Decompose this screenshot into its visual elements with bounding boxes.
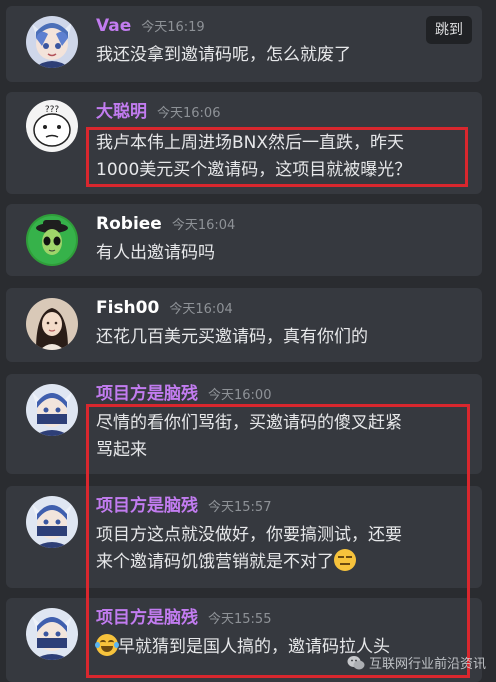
timestamp: 今天16:19 <box>141 20 205 35</box>
message-line: 我卢本伟上周进场BNX然后一直跌，昨天 <box>96 133 405 153</box>
author-name[interactable]: Fish00 <box>96 298 159 318</box>
message-line: 来个邀请码饥饿营销就是不对了 <box>96 549 468 576</box>
message-header: 项目方是脑残 今天15:55 <box>96 606 271 630</box>
chat-message: Fish00 今天16:04 还花几百美元买邀请码，真有你们的 <box>6 288 482 362</box>
message-header: 大聪明 今天16:06 <box>96 100 220 124</box>
avatar[interactable] <box>26 214 78 266</box>
author-name[interactable]: 项目方是脑残 <box>96 608 198 628</box>
watermark-text: 互联网行业前沿资讯 <box>368 657 486 672</box>
author-name[interactable]: 项目方是脑残 <box>96 384 198 404</box>
chat-window: Vae 今天16:19 我还没拿到邀请码呢，怎么就废了 跳到 ??? 大聪明 今天1… <box>0 0 496 682</box>
message-line: 还花几百美元买邀请码，真有你们的 <box>96 327 368 347</box>
meme-avatar-icon: ??? <box>26 100 78 152</box>
neutral-face-emoji-icon <box>334 549 356 571</box>
timestamp: 今天16:04 <box>169 302 233 317</box>
girl-avatar-icon <box>26 298 78 350</box>
message-line: 我还没拿到邀请码呢，怎么就废了 <box>96 45 351 65</box>
message-line-text: 来个邀请码饥饿营销就是不对了 <box>96 552 334 572</box>
message-line: 1000美元买个邀请码，这项目就被曝光？ <box>96 160 412 180</box>
ninja-avatar-icon <box>26 384 78 436</box>
avatar[interactable] <box>26 16 78 68</box>
message-text: 尽情的看你们骂街，买邀请码的傻叉赶紧 骂起来 <box>96 410 468 464</box>
chat-message: 项目方是脑残 今天15:57 项目方这点就没做好，你要搞测试，还要 来个邀请码饥饿… <box>6 486 482 588</box>
message-header: Robiee 今天16:04 <box>96 212 235 236</box>
anime-avatar-icon <box>26 16 78 68</box>
message-text: 还花几百美元买邀请码，真有你们的 <box>96 324 468 351</box>
chat-message: ??? 大聪明 今天16:06 我卢本伟上周进场BNX然后一直跌，昨天 1000美… <box>6 92 482 194</box>
timestamp: 今天16:00 <box>208 388 272 403</box>
wechat-icon <box>347 655 365 669</box>
timestamp: 今天15:57 <box>208 500 272 515</box>
message-text: 我卢本伟上周进场BNX然后一直跌，昨天 1000美元买个邀请码，这项目就被曝光？ <box>96 130 468 184</box>
timestamp: 今天16:06 <box>157 106 221 121</box>
message-header: Vae 今天16:19 <box>96 14 205 38</box>
message-header: 项目方是脑残 今天16:00 <box>96 382 271 406</box>
avatar[interactable]: ??? <box>26 100 78 152</box>
chat-message: Robiee 今天16:04 有人出邀请码吗 <box>6 204 482 276</box>
author-name[interactable]: 项目方是脑残 <box>96 496 198 516</box>
message-text: 我还没拿到邀请码呢，怎么就废了 <box>96 42 468 69</box>
tears-of-joy-emoji-icon <box>95 634 119 656</box>
chat-message: Vae 今天16:19 我还没拿到邀请码呢，怎么就废了 跳到 <box>6 6 482 82</box>
avatar[interactable] <box>26 384 78 436</box>
chat-message: 项目方是脑残 今天16:00 尽情的看你们骂街，买邀请码的傻叉赶紧 骂起来 <box>6 374 482 474</box>
jump-button[interactable]: 跳到 <box>426 16 472 44</box>
timestamp: 今天15:55 <box>208 612 272 627</box>
message-line: 有人出邀请码吗 <box>96 243 215 263</box>
avatar[interactable] <box>26 298 78 350</box>
author-name[interactable]: Robiee <box>96 214 162 234</box>
alien-avatar-icon <box>26 214 78 266</box>
message-text: 有人出邀请码吗 <box>96 240 468 267</box>
message-line: 尽情的看你们骂街，买邀请码的傻叉赶紧 <box>96 413 402 433</box>
timestamp: 今天16:04 <box>171 218 236 233</box>
author-name[interactable]: 大聪明 <box>96 102 147 122</box>
ninja-avatar-icon <box>26 608 78 660</box>
message-line: 骂起来 <box>96 440 147 460</box>
ninja-avatar-icon <box>26 496 78 548</box>
message-header: Fish00 今天16:04 <box>96 296 233 320</box>
watermark: 互联网行业前沿资讯 <box>347 653 486 672</box>
avatar[interactable] <box>26 496 78 548</box>
author-name[interactable]: Vae <box>96 16 131 36</box>
meme-avatar-text: ??? <box>45 105 60 115</box>
message-text: 项目方这点就没做好，你要搞测试，还要 来个邀请码饥饿营销就是不对了 <box>96 522 468 576</box>
avatar[interactable] <box>26 608 78 660</box>
message-header: 项目方是脑残 今天15:57 <box>96 494 271 518</box>
message-line: 项目方这点就没做好，你要搞测试，还要 <box>96 525 402 545</box>
